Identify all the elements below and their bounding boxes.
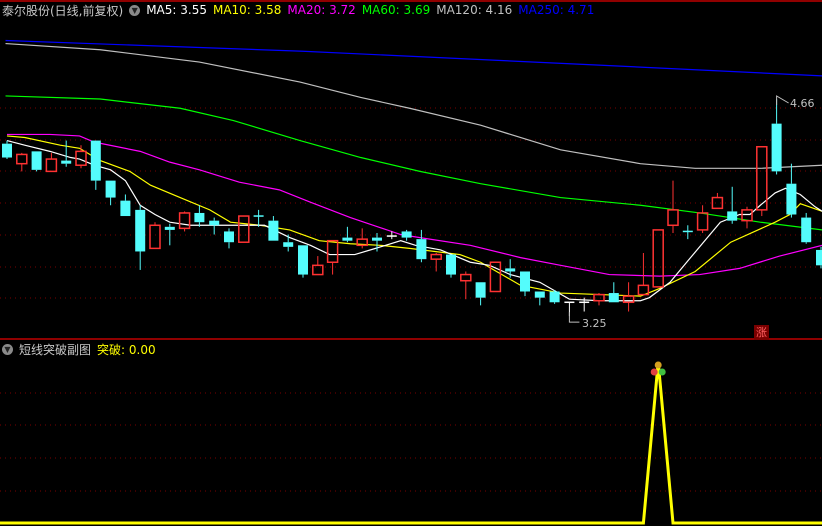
candle-body — [652, 229, 664, 288]
ma-line-ma120 — [5, 42, 822, 169]
chart-canvas[interactable] — [0, 0, 822, 526]
candle-body — [164, 226, 175, 230]
ma-line-ma250 — [5, 39, 822, 77]
candle-body — [446, 254, 456, 275]
ma-line-ma10 — [6, 135, 822, 297]
candle-body — [31, 151, 42, 170]
candle-body — [178, 212, 191, 230]
ma5-label: MA5: 3.55 — [146, 3, 207, 17]
stock-chart-window: 泰尔股份(日线,前复权) ▼ MA5: 3.55 MA10: 3.58 MA20… — [0, 0, 822, 526]
candle-body — [416, 239, 427, 260]
candle-body — [45, 158, 58, 173]
high-marker — [776, 95, 789, 105]
candle-body — [90, 140, 101, 181]
candle-body — [608, 293, 619, 303]
candle-body — [209, 220, 220, 226]
ma120-label: MA120: 4.16 — [436, 3, 513, 17]
signal-dot-yellow — [654, 361, 662, 369]
signal-dot-red — [650, 368, 658, 376]
candle-body — [194, 212, 205, 223]
ma250-label: MA250: 4.71 — [518, 3, 595, 17]
candle-body — [312, 264, 324, 276]
candle-body — [520, 271, 530, 292]
breakout-value-label: 突破: 0.00 — [97, 342, 156, 357]
low-price-label: 3.25 — [582, 317, 607, 330]
candle-body — [372, 237, 382, 241]
candle-body — [326, 239, 339, 263]
candle-body — [475, 282, 486, 298]
candle-body — [622, 295, 635, 304]
ma10-label: MA10: 3.58 — [212, 3, 282, 17]
sub-chart-header: ▼ 短线突破副图 突破: 0.00 — [2, 340, 162, 358]
candle-body — [268, 220, 279, 241]
candle-body — [696, 212, 709, 231]
candle-body — [771, 123, 782, 172]
breakout-signal-line — [0, 361, 822, 525]
candle-body — [727, 211, 738, 221]
candle-body — [342, 237, 353, 241]
sub-chart-title: 短线突破副图 — [19, 342, 92, 357]
signal-dot-green — [658, 368, 666, 376]
candle-body — [105, 180, 116, 198]
candle-body — [16, 153, 28, 165]
rise-badge[interactable]: 涨 — [754, 325, 769, 340]
candle-body — [816, 249, 822, 266]
candle-body — [61, 160, 72, 164]
candle-body — [786, 183, 797, 215]
main-chart-header: 泰尔股份(日线,前复权) ▼ MA5: 3.55 MA10: 3.58 MA20… — [2, 1, 600, 19]
candle-body — [120, 200, 131, 217]
candle-body — [135, 209, 146, 252]
ma60-label: MA60: 3.69 — [361, 3, 431, 17]
candle-body — [549, 291, 560, 303]
candle-body — [534, 291, 545, 298]
candle-body — [149, 224, 161, 250]
stock-title: 泰尔股份(日线,前复权) — [2, 3, 124, 18]
ma-line-ma5 — [6, 139, 822, 302]
low-marker — [568, 312, 580, 323]
chevron-down-icon[interactable]: ▼ — [129, 4, 141, 16]
high-price-label: 4.66 — [790, 97, 815, 110]
candle-body — [505, 268, 516, 272]
candle-body — [667, 209, 679, 227]
ma20-label: MA20: 3.72 — [287, 3, 356, 17]
candle-body — [801, 217, 812, 243]
candle-body — [298, 245, 308, 275]
candle-body — [224, 231, 234, 243]
candle-body — [460, 273, 472, 282]
candle-body — [401, 231, 412, 238]
candle-body — [2, 143, 12, 158]
chevron-down-icon[interactable]: ▼ — [2, 343, 13, 355]
candle-body — [430, 253, 442, 260]
candle-body — [238, 215, 250, 243]
candle-body — [283, 242, 294, 247]
